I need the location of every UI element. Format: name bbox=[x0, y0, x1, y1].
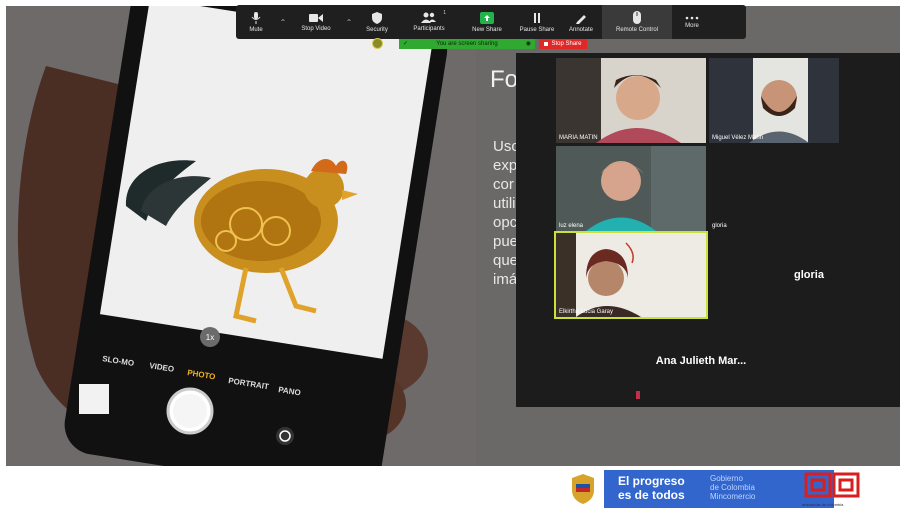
security-button[interactable]: Security bbox=[356, 5, 398, 39]
zoom-badge: 1x bbox=[206, 333, 214, 342]
pen-icon bbox=[576, 14, 586, 24]
stop-video-button[interactable]: Stop Video bbox=[290, 5, 342, 39]
mouse-pointer-icon bbox=[636, 391, 640, 399]
thumbnail bbox=[79, 384, 109, 414]
artesanias-logo-icon bbox=[804, 472, 860, 498]
video-tile[interactable]: MARIA MATIN bbox=[556, 58, 706, 143]
phone-photo: 1x SLO-MO VIDEO PHOTO PORTRAIT PANO bbox=[6, 6, 476, 466]
footer-logos: El progreso es de todos Gobierno de Colo… bbox=[560, 468, 900, 512]
participant-video bbox=[709, 58, 839, 143]
slide-title: Fo bbox=[490, 66, 519, 93]
video-tile[interactable]: Ana Julieth Mar... bbox=[606, 321, 796, 401]
participants-icon bbox=[421, 12, 436, 23]
participant-gallery[interactable]: MARIA MATIN Miguel Vélez Marin luz elena bbox=[516, 53, 900, 407]
shield-icon bbox=[372, 11, 382, 24]
participant-name: Ana Julieth Mar... bbox=[655, 355, 747, 367]
participants-button[interactable]: Participants 1 bbox=[398, 5, 460, 39]
pause-icon bbox=[534, 12, 540, 23]
mute-button[interactable]: Mute bbox=[236, 5, 276, 39]
participant-count: 1 bbox=[443, 10, 446, 16]
more-button[interactable]: More bbox=[672, 5, 712, 39]
stop-share-button[interactable]: Stop Share bbox=[539, 38, 587, 49]
video-tile[interactable]: gloria bbox=[709, 146, 839, 231]
artesanias-label: artesanías de colombia bbox=[802, 502, 844, 507]
annotate-button[interactable]: Annotate bbox=[560, 5, 602, 39]
recording-dot-icon bbox=[372, 38, 383, 49]
pause-share-button[interactable]: Pause Share bbox=[514, 5, 560, 39]
video-tile[interactable]: luz elena bbox=[556, 146, 706, 231]
zoom-share-screen: 1x SLO-MO VIDEO PHOTO PORTRAIT PANO Fo U… bbox=[0, 0, 902, 512]
more-dots-icon bbox=[685, 16, 699, 19]
colombia-shield-icon bbox=[572, 474, 594, 504]
sharing-status: ✓ You are screen sharing ◉ bbox=[399, 38, 535, 49]
video-tile[interactable]: Miguel Vélez Marin bbox=[709, 58, 839, 143]
active-speaker-tile[interactable]: Elkirtha Lucia Garay bbox=[554, 231, 708, 319]
participant-video bbox=[556, 233, 706, 317]
audio-options-caret[interactable]: ⌃ bbox=[276, 5, 290, 39]
participant-video bbox=[556, 146, 706, 231]
video-camera-icon bbox=[309, 13, 323, 22]
screen-sharing-banner: ✓ You are screen sharing ◉ Stop Share bbox=[372, 38, 587, 49]
video-options-caret[interactable]: ⌃ bbox=[342, 5, 356, 39]
slogan: El progreso es de todos bbox=[618, 474, 685, 502]
gobierno-label: Gobierno de Colombia Mincomercio bbox=[710, 474, 756, 501]
video-tile[interactable]: gloria bbox=[709, 233, 859, 317]
remote-control-button[interactable]: Remote Control bbox=[602, 5, 672, 39]
pin-icon: ✓ bbox=[403, 40, 409, 47]
microphone-icon bbox=[251, 11, 261, 24]
stop-square-icon bbox=[544, 41, 549, 46]
shield-small-icon: ◉ bbox=[525, 40, 531, 47]
meeting-toolbar: Mute ⌃ Stop Video ⌃ Security Participant… bbox=[236, 5, 746, 39]
share-arrow-icon bbox=[480, 11, 494, 24]
participant-video bbox=[556, 58, 706, 143]
new-share-button[interactable]: New Share bbox=[460, 5, 514, 39]
mouse-icon bbox=[633, 11, 641, 24]
participant-name: gloria bbox=[794, 269, 824, 281]
